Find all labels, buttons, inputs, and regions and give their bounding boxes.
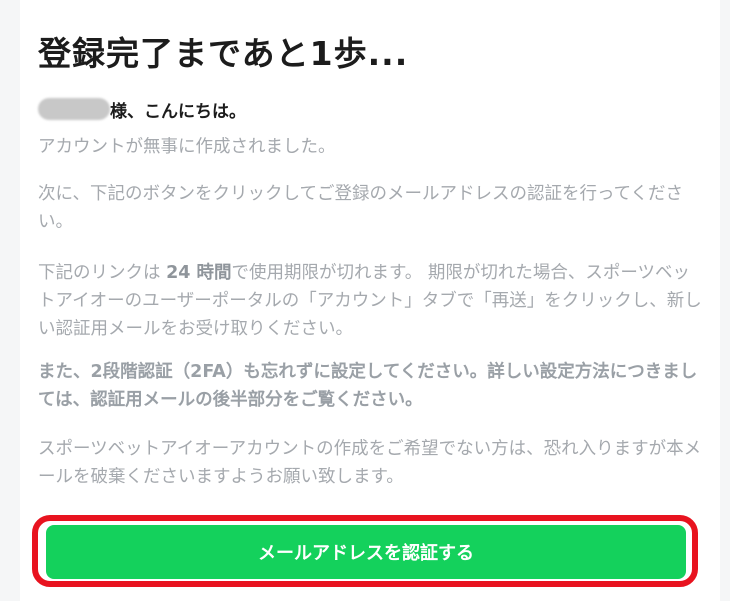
not-requested-text: スポーツベットアイオーアカウントの作成をご希望でない方は、恐れ入りますが本メール…: [38, 439, 702, 487]
next-step-text: 次に、下記のボタンをクリックしてご登録のメールアドレスの認証を行ってください。: [38, 184, 684, 232]
account-created-text: アカウントが無事に作成されました。: [38, 137, 336, 157]
link-expiry-hours: 24 時間: [166, 263, 232, 283]
greeting-text: 様、こんにちは。: [110, 101, 246, 122]
email-title: 登録完了まであと1歩...: [38, 34, 409, 73]
two-factor-text: また、2段階認証（2FA）も忘れずに設定してください。詳しい設定方法につきまして…: [38, 362, 698, 410]
verify-email-button[interactable]: メールアドレスを認証する: [46, 525, 686, 579]
greeting-line: 様、こんにちは。: [38, 96, 246, 122]
link-expiry-before: 下記のリンクは: [38, 263, 167, 283]
email-card: 登録完了まであと1歩... 様、こんにちは。 アカウントが無事に作成されました。…: [20, 0, 720, 601]
link-expiry-text: 下記のリンクは 24 時間で使用期限が切れます。 期限が切れた場合、スポーツベッ…: [38, 259, 706, 343]
redacted-name: [38, 98, 110, 120]
